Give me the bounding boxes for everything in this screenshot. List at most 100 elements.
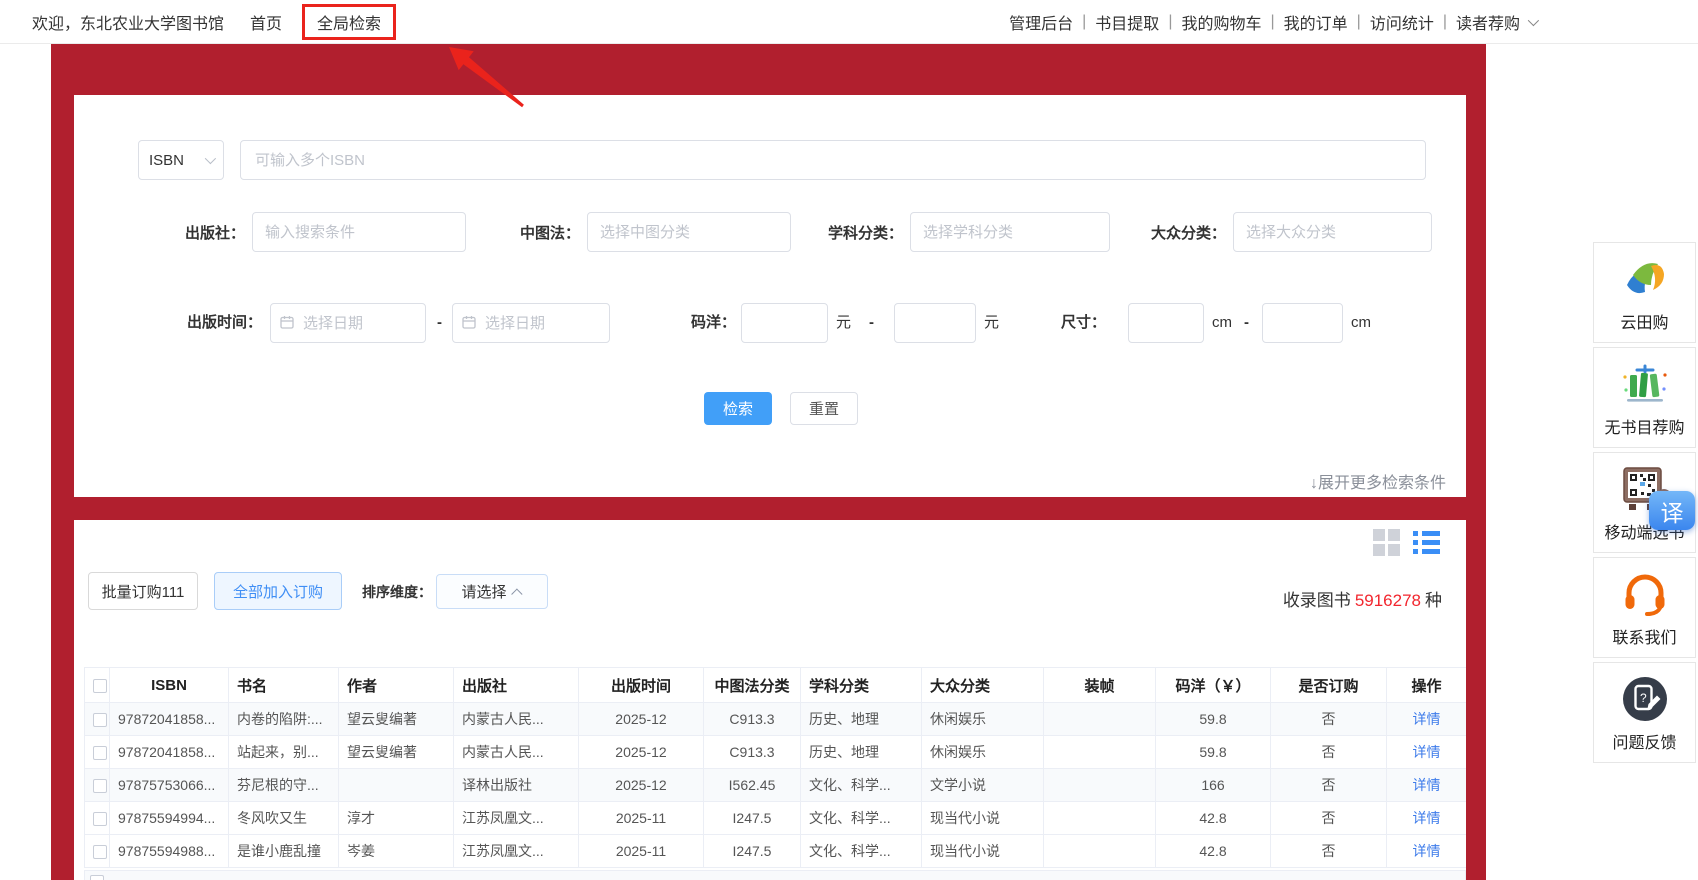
cell: I562.45: [704, 769, 801, 802]
reset-button[interactable]: 重置: [790, 392, 858, 425]
col-header-8: 大众分类: [922, 668, 1044, 703]
cell: 文化、科学...: [801, 769, 922, 802]
translate-badge[interactable]: 译: [1649, 491, 1695, 530]
welcome-text: 欢迎，东北农业大学图书馆: [32, 10, 224, 34]
cell: 2025-12: [579, 703, 704, 736]
nav-reader-recommend[interactable]: 读者荐购: [1456, 10, 1520, 34]
cell: 历史、地理: [801, 736, 922, 769]
col-header-12: 操作: [1387, 668, 1467, 703]
nav-admin[interactable]: 管理后台: [1009, 10, 1073, 34]
size-max-input[interactable]: [1262, 303, 1343, 343]
row-checkbox[interactable]: [93, 779, 107, 793]
table-header-row: ISBN书名作者出版社出版时间中图法分类学科分类大众分类装帧码洋（￥）是否订购操…: [85, 668, 1467, 703]
nav-home[interactable]: 首页: [250, 10, 282, 34]
cell: 江苏凤凰文...: [454, 835, 579, 868]
row-checkbox[interactable]: [93, 845, 107, 859]
detail-link[interactable]: 详情: [1413, 744, 1441, 760]
publisher-input[interactable]: [252, 212, 466, 252]
cell: 否: [1271, 703, 1387, 736]
isbn-input[interactable]: [240, 140, 1426, 180]
nav-extract[interactable]: 书目提取: [1095, 10, 1159, 34]
cell: 否: [1271, 802, 1387, 835]
add-all-button[interactable]: 全部加入订购: [214, 572, 342, 610]
subject-input[interactable]: [910, 212, 1110, 252]
publisher-field-group: 出版社：: [114, 212, 466, 252]
cell: [1044, 769, 1156, 802]
subject-field-group: 学科分类：: [774, 212, 1110, 252]
mass-input[interactable]: [1233, 212, 1432, 252]
cell: 译林出版社: [454, 769, 579, 802]
publisher-label: 出版社：: [114, 222, 245, 243]
cell: 97875594988...: [110, 835, 229, 868]
nav-global-search[interactable]: 全局检索: [317, 16, 381, 33]
detail-link[interactable]: 详情: [1413, 711, 1441, 727]
cell: C913.3: [704, 703, 801, 736]
price-range-dash: -: [869, 303, 874, 343]
cell: 内蒙古人民...: [454, 736, 579, 769]
col-header-1: ISBN: [110, 668, 229, 703]
row-checkbox[interactable]: [93, 713, 107, 727]
size-min-input[interactable]: [1128, 303, 1204, 343]
cell: 59.8: [1156, 736, 1271, 769]
topbar: 欢迎，东北农业大学图书馆 首页 全局检索 管理后台|书目提取|我的购物车|我的订…: [0, 0, 1698, 44]
chevron-down-icon: [205, 153, 216, 164]
sidebar-item-contact-us[interactable]: 联系我们: [1593, 557, 1696, 658]
col-header-9: 装帧: [1044, 668, 1156, 703]
size-unit-label: cm: [1212, 303, 1232, 343]
nav-orders[interactable]: 我的订单: [1284, 10, 1348, 34]
cell: 冬风吹又生: [229, 802, 339, 835]
cell: 岑姜: [339, 835, 454, 868]
select-all-checkbox[interactable]: [93, 679, 107, 693]
detail-link[interactable]: 详情: [1413, 843, 1441, 859]
col-header-5: 出版时间: [579, 668, 704, 703]
row-checkbox[interactable]: [90, 875, 104, 880]
detail-link[interactable]: 详情: [1413, 777, 1441, 793]
expand-more-link[interactable]: ↓展开更多检索条件: [1310, 469, 1446, 493]
row-checkbox[interactable]: [93, 746, 107, 760]
sidebar-item-yuntiangou[interactable]: 云田购: [1593, 242, 1696, 343]
cell: 站起来，别...: [229, 736, 339, 769]
cell: 否: [1271, 736, 1387, 769]
col-header-10: 码洋（￥）: [1156, 668, 1271, 703]
size-unit-label: cm: [1351, 303, 1371, 343]
price-label: 码洋：: [634, 303, 736, 343]
search-button[interactable]: 检索: [704, 392, 772, 425]
nav-separator: |: [1168, 13, 1172, 31]
price-min-input[interactable]: [741, 303, 828, 343]
row-checkbox[interactable]: [93, 812, 107, 826]
svg-text:?: ?: [1640, 691, 1647, 705]
grid-view-icon[interactable]: [1373, 529, 1400, 556]
isbn-field-select[interactable]: ISBN: [138, 140, 224, 180]
batch-order-button[interactable]: 批量订购111: [88, 572, 198, 610]
sidebar-item-no-list-recommend[interactable]: 无书目荐购: [1593, 347, 1696, 448]
cell: C913.3: [704, 736, 801, 769]
mass-label: 大众分类：: [1096, 222, 1226, 243]
total-books-text: 收录图书5916278种: [1283, 586, 1442, 611]
price-max-input[interactable]: [894, 303, 976, 343]
cell: 文化、科学...: [801, 802, 922, 835]
cell: 97872041858...: [110, 736, 229, 769]
detail-link[interactable]: 详情: [1413, 810, 1441, 826]
headset-icon: [1596, 568, 1693, 620]
cell: 97875753066...: [110, 769, 229, 802]
sort-select-value: 请选择: [461, 581, 506, 602]
annotation-highlight-box: 全局检索: [302, 4, 396, 40]
publish-date-end-wrap: [452, 303, 610, 343]
nav-separator: |: [1082, 13, 1086, 31]
nav-cart[interactable]: 我的购物车: [1181, 10, 1261, 34]
col-header-3: 作者: [339, 668, 454, 703]
cell: 文化、科学...: [801, 835, 922, 868]
cell: [1044, 736, 1156, 769]
cell: 2025-11: [579, 802, 704, 835]
book-table-wrap: ISBN书名作者出版社出版时间中图法分类学科分类大众分类装帧码洋（￥）是否订购操…: [84, 667, 1466, 868]
chevron-up-icon: [511, 588, 522, 599]
cell: 休闲娱乐: [922, 736, 1044, 769]
clc-input[interactable]: [587, 212, 791, 252]
classification-fields-row: 出版社：中图法：学科分类：大众分类：: [74, 212, 1466, 252]
list-view-icon[interactable]: [1413, 529, 1440, 556]
sort-select[interactable]: 请选择: [436, 574, 548, 609]
cell: 淳才: [339, 802, 454, 835]
nav-stats[interactable]: 访问统计: [1370, 10, 1434, 34]
cell: 江苏凤凰文...: [454, 802, 579, 835]
sidebar-item-feedback[interactable]: ?问题反馈: [1593, 662, 1696, 763]
